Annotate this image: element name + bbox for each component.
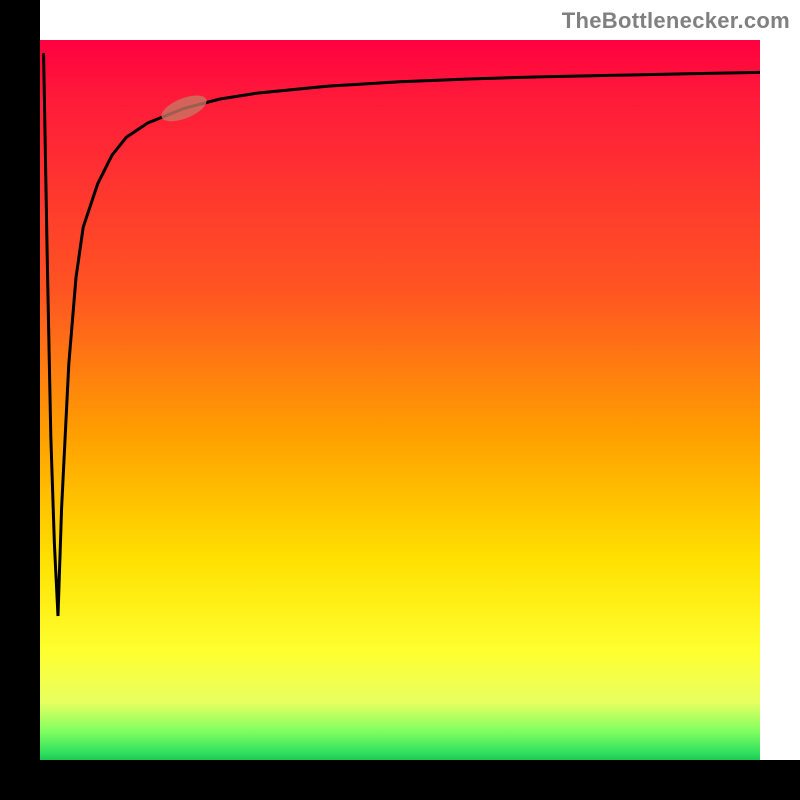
data-curve (44, 54, 760, 616)
x-axis-band (0, 760, 800, 800)
highlight-marker (158, 90, 210, 127)
watermark-text: TheBottlenecker.com (562, 8, 790, 34)
y-axis-band (0, 0, 40, 800)
chart-container: TheBottlenecker.com (0, 0, 800, 800)
curve-layer (40, 40, 760, 760)
